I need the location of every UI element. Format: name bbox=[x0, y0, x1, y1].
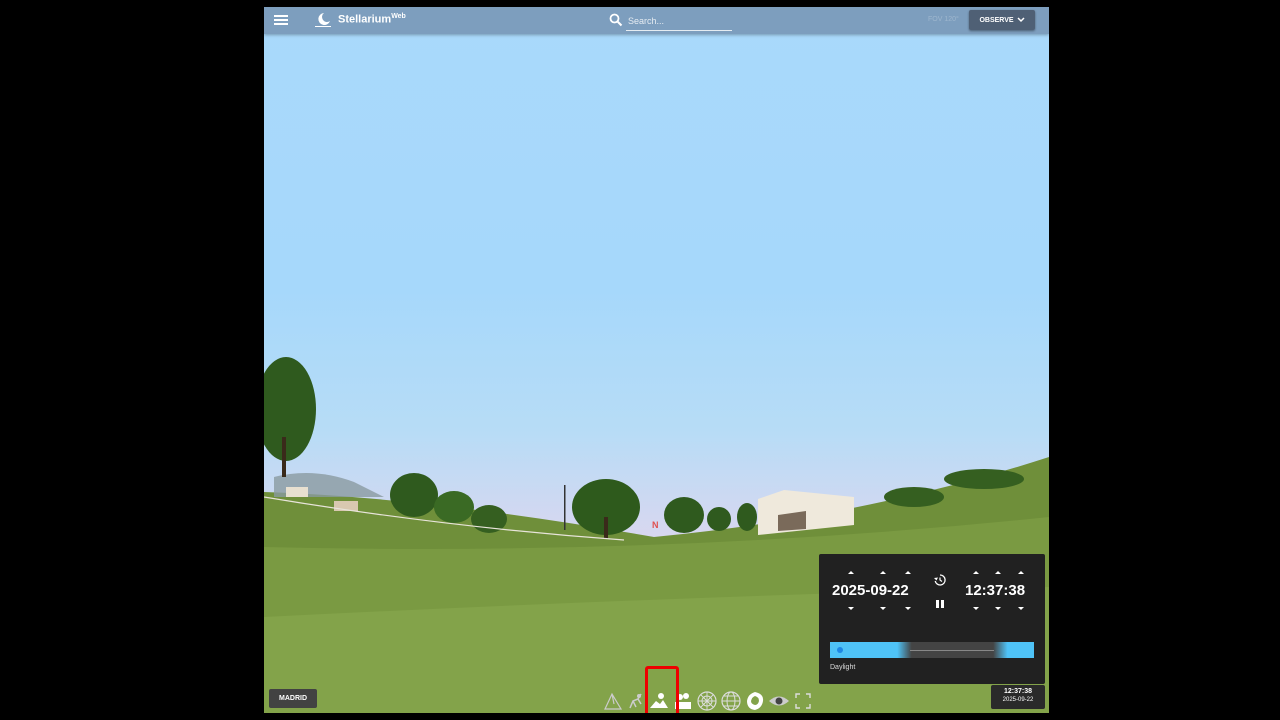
menu-button[interactable] bbox=[274, 13, 288, 27]
clock-display[interactable]: 12:37:38 2025-09-22 bbox=[991, 685, 1045, 709]
day-down-arrow[interactable] bbox=[905, 607, 911, 610]
year-up-arrow[interactable] bbox=[848, 571, 854, 574]
year-down-arrow[interactable] bbox=[848, 607, 854, 610]
observe-label: OBSERVE bbox=[979, 16, 1014, 24]
stellarium-logo-icon bbox=[315, 13, 331, 27]
slider-track bbox=[910, 650, 994, 651]
eye-icon[interactable] bbox=[768, 690, 790, 712]
hour-down-arrow[interactable] bbox=[973, 607, 979, 610]
pause-icon[interactable] bbox=[936, 600, 944, 608]
landscape-icon[interactable] bbox=[648, 690, 670, 712]
search-input[interactable] bbox=[626, 12, 732, 31]
app-title: StellariumWeb bbox=[338, 13, 406, 26]
minute-up-arrow[interactable] bbox=[995, 571, 1001, 574]
chevron-down-icon bbox=[1017, 17, 1025, 23]
bottom-toolbar bbox=[602, 690, 817, 712]
second-down-arrow[interactable] bbox=[1018, 607, 1024, 610]
daylight-label: Daylight bbox=[830, 664, 856, 671]
hour-up-arrow[interactable] bbox=[973, 571, 979, 574]
day-up-arrow[interactable] bbox=[905, 571, 911, 574]
clock-date: 2025-09-22 bbox=[1002, 697, 1034, 703]
fov-label: FOV 120° bbox=[928, 16, 959, 23]
time-panel: 2025-09-22 12:37:38 Daylight bbox=[819, 554, 1045, 684]
north-marker: N bbox=[652, 520, 659, 530]
constellation-art-icon[interactable] bbox=[624, 690, 646, 712]
deep-sky-objects-icon[interactable] bbox=[744, 690, 766, 712]
time-value[interactable]: 12:37:38 bbox=[965, 582, 1025, 599]
sky-view[interactable]: N StellariumWeb FOV 120° OBSERVE MADRID … bbox=[264, 7, 1049, 713]
constellation-lines-icon[interactable] bbox=[602, 690, 624, 712]
month-up-arrow[interactable] bbox=[880, 571, 886, 574]
fullscreen-icon[interactable] bbox=[792, 690, 814, 712]
date-value[interactable]: 2025-09-22 bbox=[832, 582, 909, 599]
equatorial-grid-icon[interactable] bbox=[720, 690, 742, 712]
time-slider[interactable] bbox=[830, 642, 1034, 658]
location-button[interactable]: MADRID bbox=[269, 689, 317, 708]
observe-button[interactable]: OBSERVE bbox=[969, 10, 1035, 30]
second-up-arrow[interactable] bbox=[1018, 571, 1024, 574]
clock-time: 12:37:38 bbox=[1003, 688, 1033, 695]
azimuthal-grid-icon[interactable] bbox=[696, 690, 718, 712]
top-bar: StellariumWeb FOV 120° OBSERVE bbox=[264, 7, 1049, 34]
search-icon[interactable] bbox=[609, 13, 623, 27]
history-icon[interactable] bbox=[934, 574, 946, 586]
atmosphere-icon[interactable] bbox=[672, 690, 694, 712]
slider-handle[interactable] bbox=[837, 647, 843, 653]
minute-down-arrow[interactable] bbox=[995, 607, 1001, 610]
month-down-arrow[interactable] bbox=[880, 607, 886, 610]
